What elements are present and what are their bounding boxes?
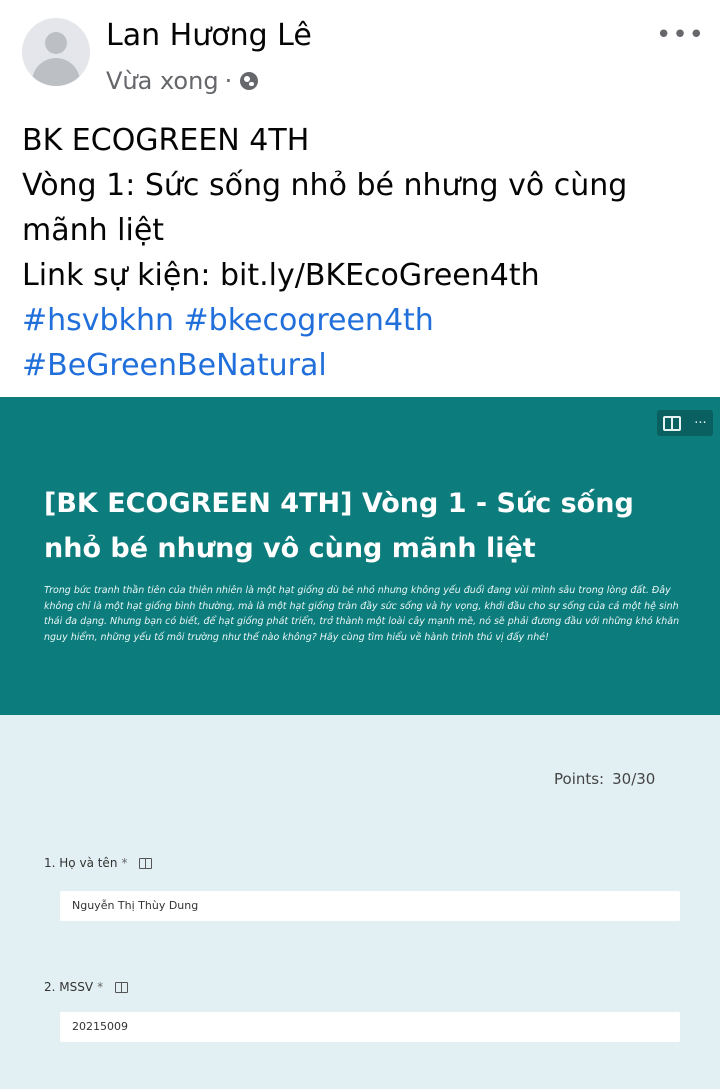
avatar-head xyxy=(45,32,67,54)
hashtag-line[interactable]: #BeGreenBeNatural xyxy=(22,343,702,388)
answer-field[interactable]: Nguyễn Thị Thùy Dung xyxy=(60,891,680,921)
immersive-reader-icon[interactable] xyxy=(115,981,129,993)
form-toolbar: ··· xyxy=(657,410,713,436)
form-screenshot[interactable]: ··· [BK ECOGREEN 4TH] Vòng 1 - Sức sống … xyxy=(0,397,720,1089)
form-more-icon[interactable]: ··· xyxy=(694,416,706,431)
required-mark: * xyxy=(121,856,128,870)
points-label: Points: xyxy=(554,770,605,788)
hashtag-line[interactable]: #hsvbkhn #bkecogreen4th xyxy=(22,298,702,343)
form-title: [BK ECOGREEN 4TH] Vòng 1 - Sức sống nhỏ … xyxy=(44,488,634,564)
form-banner: ··· [BK ECOGREEN 4TH] Vòng 1 - Sức sống … xyxy=(0,397,720,715)
question-label: MSSV xyxy=(59,980,94,994)
author-name[interactable]: Lan Hương Lê xyxy=(106,18,312,53)
meta-separator: · xyxy=(224,67,233,95)
points-display: Points: 30/30 xyxy=(554,770,655,788)
avatar-body xyxy=(32,58,80,86)
question-1: 1. Họ và tên * xyxy=(44,856,153,870)
immersive-reader-icon[interactable] xyxy=(663,415,682,431)
post-text: BK ECOGREEN 4TH Vòng 1: Sức sống nhỏ bé … xyxy=(22,118,702,388)
question-number: 2. xyxy=(44,980,56,994)
globe-icon[interactable] xyxy=(240,72,259,90)
post-text-line: Vòng 1: Sức sống nhỏ bé nhưng vô cùng mã… xyxy=(22,168,628,248)
points-value: 30/30 xyxy=(612,770,656,788)
post-meta: Vừa xong · xyxy=(106,67,259,95)
avatar[interactable] xyxy=(22,18,90,86)
post-header: Lan Hương Lê Vừa xong · ••• xyxy=(0,0,720,110)
question-label: Họ và tên xyxy=(59,856,118,870)
question-2: 2. MSSV * xyxy=(44,980,129,994)
post-time[interactable]: Vừa xong xyxy=(106,67,219,95)
immersive-reader-icon[interactable] xyxy=(139,857,153,869)
required-mark: * xyxy=(97,980,104,994)
form-description: Trong bức tranh thần tiên của thiên nhiê… xyxy=(44,585,680,643)
answer-field[interactable]: 20215009 xyxy=(60,1012,680,1042)
more-options-icon[interactable]: ••• xyxy=(656,20,705,50)
post-text-line: Link sự kiện: bit.ly/BKEcoGreen4th xyxy=(22,258,540,293)
post-text-line: BK ECOGREEN 4TH xyxy=(22,123,310,158)
question-number: 1. xyxy=(44,856,56,870)
